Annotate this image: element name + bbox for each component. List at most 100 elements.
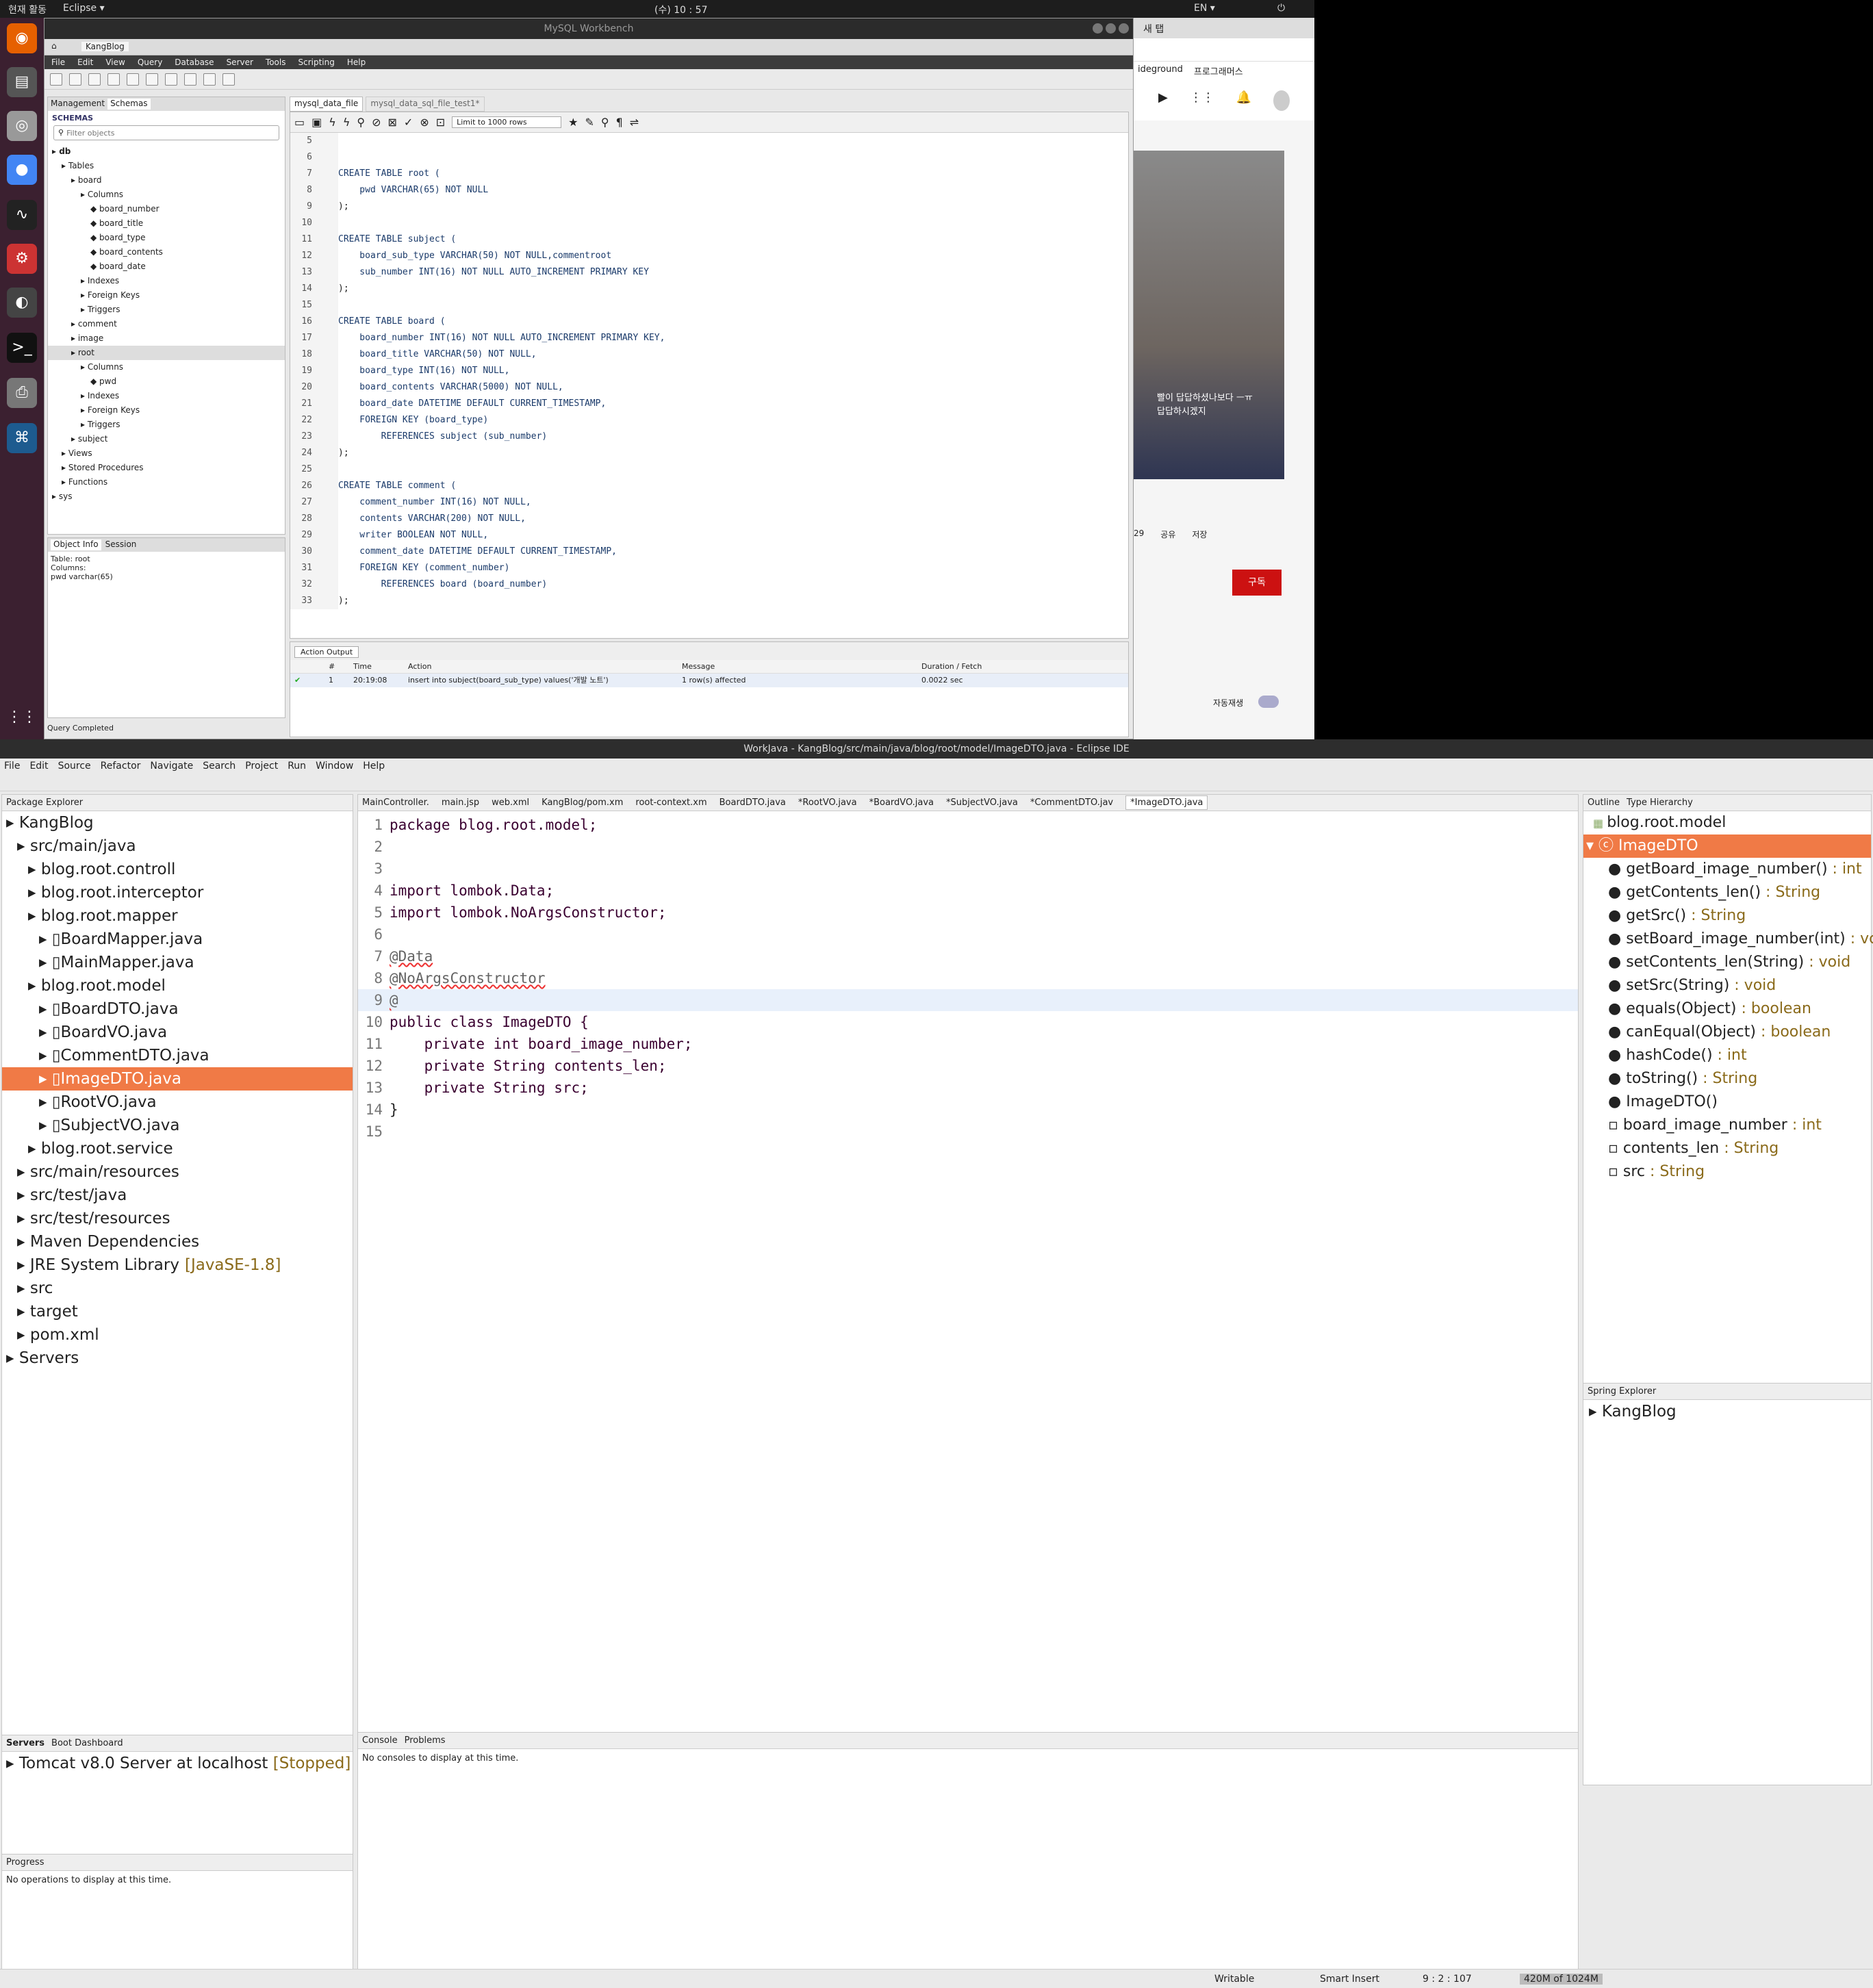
tab-object-info[interactable]: Object Info bbox=[51, 539, 101, 550]
outline-member[interactable]: ● setSrc(String) : void bbox=[1583, 974, 1871, 997]
schema-tree-item[interactable]: ▸ Views bbox=[48, 446, 285, 461]
save-button[interactable]: 저장 bbox=[1192, 528, 1207, 540]
package-tree-item[interactable]: ▸ src/test/java bbox=[2, 1184, 353, 1207]
save-icon[interactable]: ▣ bbox=[311, 116, 322, 129]
invisible-chars-icon[interactable]: ¶ bbox=[616, 116, 623, 129]
activities-button[interactable]: 현재 활동 bbox=[8, 3, 47, 16]
schema-tree-item[interactable]: ▸ Foreign Keys bbox=[48, 403, 285, 418]
schema-tree-item[interactable]: ▸ root bbox=[48, 346, 285, 360]
schema-tree-item[interactable]: ▸ comment bbox=[48, 317, 285, 331]
files-icon[interactable]: ▤ bbox=[7, 67, 37, 97]
language-indicator[interactable]: EN ▾ bbox=[1194, 3, 1215, 14]
create-table-icon[interactable] bbox=[127, 73, 139, 86]
menu-query[interactable]: Query bbox=[138, 55, 162, 69]
schema-tree-item[interactable]: ▸ Indexes bbox=[48, 389, 285, 403]
like-count[interactable]: 29 bbox=[1134, 528, 1144, 540]
menu-source[interactable]: Source bbox=[58, 759, 91, 774]
outline-member[interactable]: ● ImageDTO() bbox=[1583, 1091, 1871, 1114]
notifications-icon[interactable]: 🔔 bbox=[1236, 90, 1251, 110]
find-icon[interactable]: ⚲ bbox=[601, 116, 609, 129]
package-tree-item[interactable]: ▸ target bbox=[2, 1300, 353, 1323]
maximize-button[interactable] bbox=[1106, 23, 1116, 34]
package-tree-item[interactable]: ▸ pom.xml bbox=[2, 1323, 353, 1347]
package-tree-item[interactable]: ▸ ▯MainMapper.java bbox=[2, 951, 353, 974]
tab-mysql-data-file[interactable]: mysql_data_file bbox=[290, 97, 364, 112]
outline-tab[interactable]: Outline bbox=[1588, 798, 1620, 808]
type-hierarchy-tab[interactable]: Type Hierarchy bbox=[1627, 798, 1693, 808]
apps-icon[interactable]: ⋮⋮ bbox=[1190, 90, 1214, 110]
outline-member[interactable]: ● getBoard_image_number() : int bbox=[1583, 858, 1871, 881]
outline-member[interactable]: ● toString() : String bbox=[1583, 1067, 1871, 1091]
package-tree-item[interactable]: ▸ ▯SubjectVO.java bbox=[2, 1114, 353, 1137]
share-button[interactable]: 공유 bbox=[1160, 528, 1175, 540]
outline-member[interactable]: ● getSrc() : String bbox=[1583, 904, 1871, 928]
outline-member[interactable]: ▫ contents_len : String bbox=[1583, 1137, 1871, 1160]
console-tab[interactable]: Console bbox=[362, 1735, 398, 1746]
schema-tree-item[interactable]: ◆ board_contents bbox=[48, 245, 285, 259]
outline-member[interactable]: ● setBoard_image_number(int) : vc bbox=[1583, 928, 1873, 951]
schema-tree-item[interactable]: ▸ db bbox=[48, 144, 285, 159]
settings-icon[interactable]: ⚙ bbox=[7, 244, 37, 274]
search-table-icon[interactable] bbox=[203, 73, 216, 86]
tab-session[interactable]: Session bbox=[105, 539, 137, 550]
create-schema-icon[interactable] bbox=[107, 73, 120, 86]
power-icon[interactable]: ⏻ bbox=[1277, 3, 1285, 14]
bookmark-ideground[interactable]: ideground bbox=[1138, 64, 1183, 77]
sql-code-area[interactable]: 5 6 7 CREATE TABLE root (8 pwd VARCHAR(65) … bbox=[290, 133, 1128, 609]
schema-tree-item[interactable]: ▸ Tables bbox=[48, 159, 285, 173]
editor-tab[interactable]: *BoardVO.java bbox=[869, 798, 934, 808]
package-tree-item[interactable]: ▸ src/main/java bbox=[2, 834, 353, 858]
package-tree-item[interactable]: ▸ ▯BoardDTO.java bbox=[2, 997, 353, 1021]
rhythmbox-icon[interactable]: ◎ bbox=[7, 111, 37, 141]
create-view-icon[interactable] bbox=[146, 73, 158, 86]
menu-tools[interactable]: Tools bbox=[266, 55, 286, 69]
schema-tree-item[interactable]: ◆ pwd bbox=[48, 374, 285, 389]
schema-tree-item[interactable]: ◆ board_title bbox=[48, 216, 285, 231]
outline-member[interactable]: ● canEqual(Object) : boolean bbox=[1583, 1021, 1871, 1044]
package-tree-item[interactable]: ▸ ▯RootVO.java bbox=[2, 1091, 353, 1114]
schema-tree-item[interactable]: ▸ Triggers bbox=[48, 303, 285, 317]
package-tree-item[interactable]: ▸ blog.root.service bbox=[2, 1137, 353, 1160]
sql-script-icon[interactable] bbox=[88, 73, 101, 86]
create-video-icon[interactable]: ▶ bbox=[1158, 90, 1168, 110]
show-apps-icon[interactable]: ⋮⋮ bbox=[7, 702, 37, 732]
progress-tab[interactable]: Progress bbox=[6, 1857, 44, 1868]
package-tree-item[interactable]: ▸ ▯ImageDTO.java bbox=[2, 1067, 353, 1091]
editor-tab[interactable]: *RootVO.java bbox=[798, 798, 857, 808]
filter-box[interactable]: ⚲ bbox=[53, 125, 279, 140]
schema-tree-item[interactable]: ◆ board_number bbox=[48, 202, 285, 216]
output-row[interactable]: ✔ 1 20:19:08 insert into subject(board_s… bbox=[290, 674, 1128, 687]
schema-tree-item[interactable]: ▸ image bbox=[48, 331, 285, 346]
editor-tab[interactable]: root-context.xm bbox=[635, 798, 706, 808]
editor-tab[interactable]: KangBlog/pom.xm bbox=[541, 798, 623, 808]
filter-input[interactable] bbox=[66, 126, 245, 140]
minimize-button[interactable] bbox=[1093, 23, 1103, 34]
package-tree-item[interactable]: ▸ Servers bbox=[2, 1347, 353, 1370]
java-code-area[interactable]: 1 package blog.root.model; 2 3 4 import lombo… bbox=[358, 811, 1578, 1143]
outline-member[interactable]: ▫ board_image_number : int bbox=[1583, 1114, 1871, 1137]
toggle-error-icon[interactable]: ⊠ bbox=[388, 116, 397, 129]
schema-tree-item[interactable]: ▸ board bbox=[48, 173, 285, 188]
package-tree-item[interactable]: ▸ ▯CommentDTO.java bbox=[2, 1044, 353, 1067]
menu-server[interactable]: Server bbox=[227, 55, 253, 69]
explain-icon[interactable]: ⚲ bbox=[357, 116, 365, 129]
stop-icon[interactable]: ⊘ bbox=[372, 116, 381, 129]
schema-tree-item[interactable]: ◆ board_type bbox=[48, 231, 285, 245]
chrome-icon[interactable]: ● bbox=[7, 155, 37, 185]
schema-tree-item[interactable]: ▸ Columns bbox=[48, 188, 285, 202]
printer-icon[interactable]: ⎙ bbox=[7, 378, 37, 408]
schema-tree-item[interactable]: ◆ board_date bbox=[48, 259, 285, 274]
menu-file[interactable]: File bbox=[51, 55, 65, 69]
menu-scripting[interactable]: Scripting bbox=[298, 55, 334, 69]
editor-tab[interactable]: main.jsp bbox=[442, 798, 479, 808]
schema-tree-item[interactable]: ▸ Columns bbox=[48, 360, 285, 374]
editor-tab[interactable]: web.xml bbox=[492, 798, 529, 808]
menu-edit[interactable]: Edit bbox=[77, 55, 93, 69]
app-menu[interactable]: Eclipse ▾ bbox=[63, 3, 105, 14]
package-tree-item[interactable]: ▸ KangBlog bbox=[2, 811, 353, 834]
menu-run[interactable]: Run bbox=[288, 759, 306, 774]
eclipse-icon[interactable]: ◐ bbox=[7, 288, 37, 318]
autocommit-icon[interactable]: ⊡ bbox=[436, 116, 445, 129]
outline-package[interactable]: ▦ blog.root.model bbox=[1583, 811, 1871, 834]
outline-member[interactable]: ● hashCode() : int bbox=[1583, 1044, 1871, 1067]
